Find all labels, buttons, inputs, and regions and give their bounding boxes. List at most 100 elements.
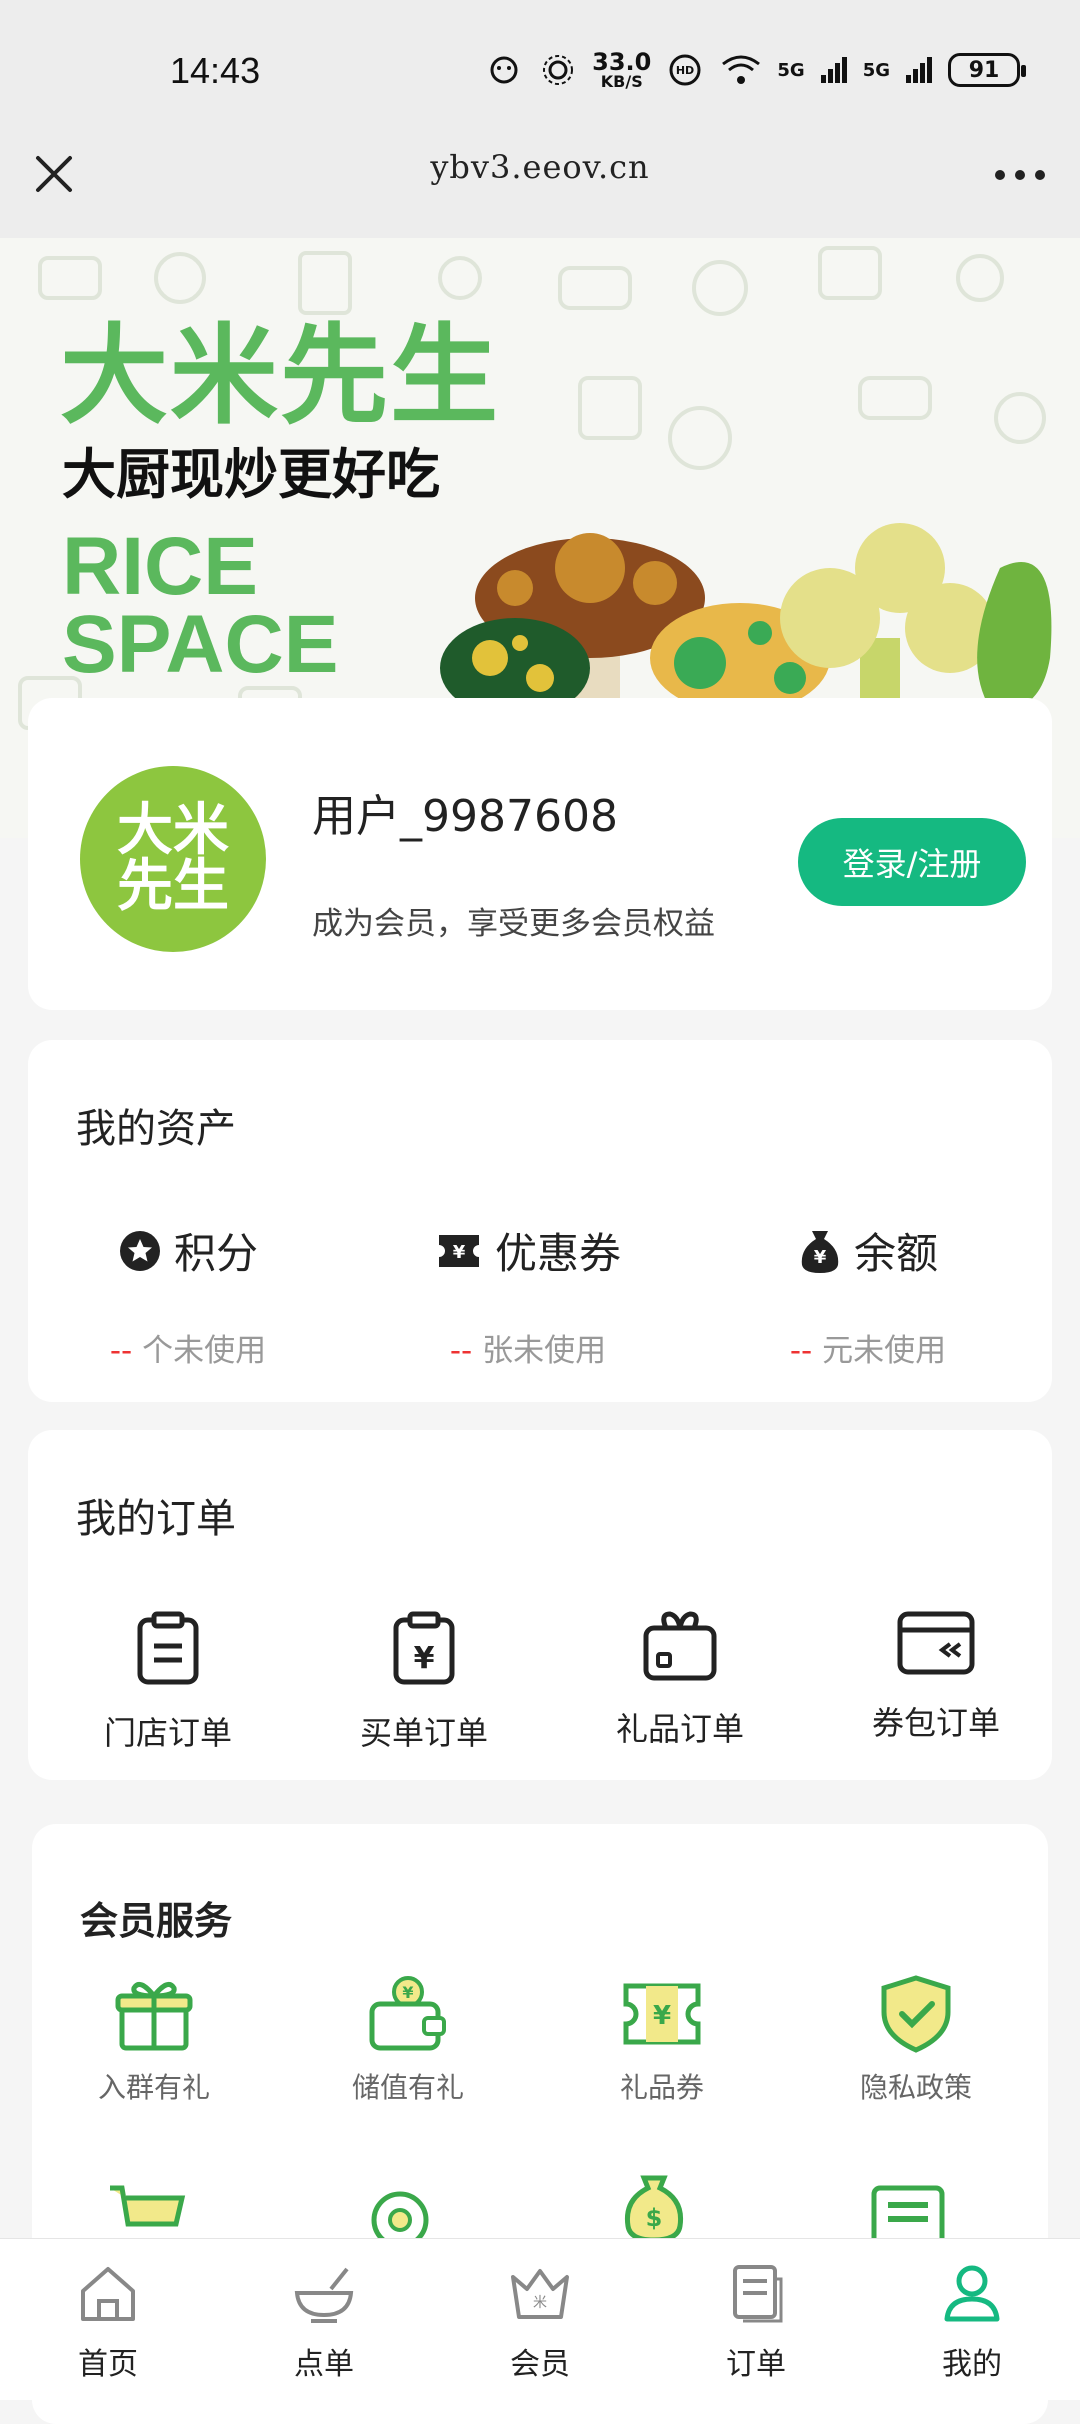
brand-en: RICE SPACE	[62, 521, 339, 690]
gift-box-icon	[643, 1611, 717, 1681]
shield-check-icon	[881, 1975, 951, 2053]
order-coupon-pack[interactable]: 券包订单	[836, 1610, 1036, 1744]
person-icon	[944, 2265, 1000, 2322]
app-notification-icon	[490, 56, 518, 84]
ticket-icon: ¥	[438, 1234, 479, 1267]
network-type-2: 5G	[862, 59, 890, 81]
order-checkout[interactable]: ¥ 买单订单	[324, 1610, 524, 1754]
avatar-line2: 先生	[117, 854, 229, 919]
flower-notification-icon	[543, 55, 574, 85]
tab-orders[interactable]: 订单	[676, 2239, 836, 2401]
svg-text:¥: ¥	[402, 1983, 413, 2002]
wallet-coin-icon: ¥	[369, 1976, 446, 2051]
svg-text:¥: ¥	[414, 1641, 435, 1676]
service-stored-value-label: 储值有礼	[351, 2071, 464, 2104]
services-title: 会员服务	[80, 1899, 233, 1943]
asset-balance-label: 余额	[853, 1229, 938, 1278]
brand-en-line1: RICE	[62, 521, 258, 612]
svg-text:¥: ¥	[814, 1247, 827, 1268]
money-bag-dollar-icon: $	[624, 2175, 684, 2243]
crown-icon: 米	[511, 2269, 569, 2319]
tab-mine-label: 我的	[942, 2347, 1002, 2382]
service-privacy[interactable]: 隐私政策	[816, 1974, 1016, 2106]
order-gift-label: 礼品订单	[615, 1710, 744, 1748]
user-card: 大米 先生 用户_9987608 成为会员，享受更多会员权益 登录/注册	[28, 698, 1052, 1010]
asset-coupons-value: --	[449, 1333, 473, 1369]
card-wallet-icon	[897, 1611, 975, 1675]
clipboard-icon	[137, 1611, 199, 1685]
service-gift-voucher[interactable]: ¥ 礼品券	[562, 1974, 762, 2106]
home-icon	[81, 2267, 135, 2321]
asset-coupons-suffix: 张未使用	[482, 1333, 607, 1369]
order-store[interactable]: 门店订单	[68, 1610, 268, 1754]
assets-title: 我的资产	[76, 1106, 236, 1152]
tab-order-food[interactable]: 点单	[244, 2239, 404, 2401]
more-icon[interactable]	[990, 160, 1050, 190]
status-bar: 14:43 33.0 KB/S HD 5G 5G 91	[0, 0, 1080, 130]
money-bag-icon: ¥	[801, 1230, 839, 1273]
network-speed: 33.0 KB/S	[592, 48, 652, 91]
login-register-button[interactable]: 登录/注册	[798, 818, 1026, 906]
assets-card: 我的资产 积分 -- 个未使用 ¥ 优惠券 -- 张未使用 ¥ 余额 -- 元未…	[28, 1040, 1052, 1402]
tab-order-food-label: 点单	[294, 2347, 354, 2382]
brand-title: 大米先生	[60, 314, 501, 439]
member-tagline: 成为会员，享受更多会员权益	[312, 906, 715, 942]
svg-text:¥: ¥	[453, 1242, 466, 1263]
wifi-icon	[722, 55, 761, 84]
asset-points-label: 积分	[173, 1229, 258, 1278]
asset-points-suffix: 个未使用	[142, 1333, 267, 1369]
hd-icon: HD	[669, 54, 701, 86]
asset-balance-suffix: 元未使用	[822, 1333, 947, 1369]
tab-home[interactable]: 首页	[28, 2239, 188, 2401]
tab-home-label: 首页	[78, 2347, 138, 2382]
signal-icon-1	[820, 57, 847, 83]
orders-card: 我的订单 门店订单 ¥ 买单订单 礼品订单 券包订单	[28, 1430, 1052, 1780]
asset-balance-value: --	[789, 1333, 813, 1369]
bowl-icon	[294, 2267, 354, 2323]
signal-icon-2	[906, 57, 932, 83]
service-join-group-label: 入群有礼	[97, 2071, 210, 2104]
svg-text:$: $	[646, 2204, 663, 2232]
document-icon	[733, 2265, 783, 2323]
tab-member[interactable]: 米 会员	[460, 2239, 620, 2401]
order-coupon-pack-label: 券包订单	[871, 1704, 1000, 1742]
browser-nav-bar: ybv3.eeov.cn	[0, 130, 1080, 238]
notes-icon	[871, 2185, 945, 2244]
page-url: ybv3.eeov.cn	[430, 148, 650, 186]
asset-balance[interactable]: ¥ 余额 -- 元未使用	[718, 1220, 1018, 1370]
clipboard-yen-icon: ¥	[393, 1611, 455, 1685]
service-join-group[interactable]: 入群有礼	[54, 1974, 254, 2106]
bottom-tab-bar: 首页 点单 米 会员 订单 我的	[0, 2238, 1080, 2400]
service-privacy-label: 隐私政策	[859, 2071, 972, 2104]
order-store-label: 门店订单	[103, 1714, 232, 1752]
tab-mine[interactable]: 我的	[892, 2239, 1052, 2401]
gift-icon	[115, 1981, 193, 2051]
brand-en-line2: SPACE	[62, 598, 339, 690]
status-icons: 33.0 KB/S HD 5G 5G 91	[484, 48, 1026, 91]
network-type-1: 5G	[777, 59, 805, 81]
service-stored-value[interactable]: ¥ 储值有礼	[308, 1974, 508, 2106]
order-gift[interactable]: 礼品订单	[580, 1610, 780, 1750]
asset-coupons[interactable]: ¥ 优惠券 -- 张未使用	[378, 1220, 678, 1370]
order-checkout-label: 买单订单	[359, 1714, 488, 1752]
target-icon	[371, 2191, 429, 2244]
avatar-line1: 大米	[117, 798, 229, 863]
avatar[interactable]: 大米 先生	[80, 766, 266, 952]
svg-text:¥: ¥	[653, 2001, 671, 2031]
asset-points[interactable]: 积分 -- 个未使用	[38, 1220, 338, 1370]
orders-title: 我的订单	[76, 1496, 236, 1542]
tab-orders-label: 订单	[726, 2347, 786, 2382]
status-time: 14:43	[170, 50, 261, 91]
service-gift-voucher-label: 礼品券	[619, 2071, 704, 2104]
svg-text:HD: HD	[676, 64, 694, 77]
voucher-icon: ¥	[623, 1983, 701, 2045]
tab-member-label: 会员	[510, 2347, 570, 2382]
asset-coupons-label: 优惠券	[494, 1229, 621, 1278]
svg-text:米: 米	[533, 2295, 547, 2311]
brand-slogan: 大厨现炒更好吃	[62, 443, 440, 506]
battery-indicator: 91	[948, 53, 1026, 87]
asset-points-value: --	[109, 1333, 133, 1369]
star-badge-icon	[119, 1230, 160, 1271]
username: 用户_9987608	[312, 791, 618, 842]
cart-icon	[110, 2185, 186, 2227]
